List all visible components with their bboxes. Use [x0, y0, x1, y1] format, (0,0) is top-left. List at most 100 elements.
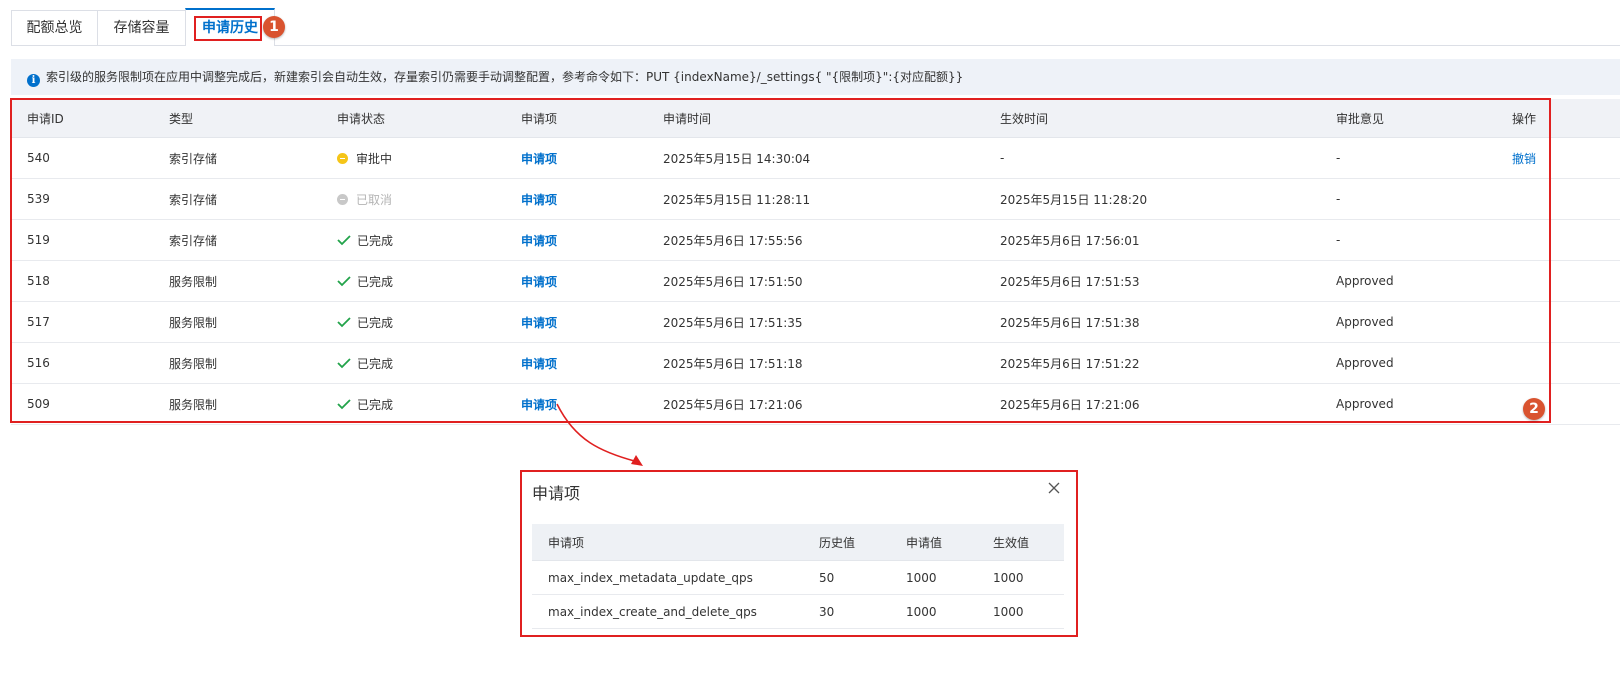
status-text: 已完成 — [357, 397, 394, 412]
info-icon: i — [27, 74, 40, 87]
application-item-dialog: 申请项 申请项 历史值 申请值 生效值 max_index_metadata_u… — [520, 470, 1078, 637]
application-item-link[interactable]: 申请项 — [521, 261, 557, 301]
check-icon — [337, 275, 357, 287]
cell-opinion: Approved — [1336, 315, 1394, 329]
tab-bar: 配额总览 存储容量 申请历史 — [11, 8, 1620, 46]
dialog-table-row: max_index_create_and_delete_qps 30 1000 100… — [532, 595, 1064, 629]
column-header: 申请项 — [548, 535, 585, 550]
cell-status: 已取消 — [337, 179, 392, 219]
status-text: 已取消 — [356, 192, 393, 207]
cell-effect-time: 2025年5月6日 17:51:22 — [1000, 356, 1140, 371]
dialog-table-header: 申请项 历史值 申请值 生效值 — [532, 524, 1064, 561]
dialog-table: 申请项 历史值 申请值 生效值 max_index_metadata_updat… — [532, 524, 1064, 629]
column-header: 类型 — [169, 111, 194, 126]
cell-id: 519 — [27, 233, 50, 247]
application-item-link[interactable]: 申请项 — [521, 220, 557, 260]
dialog-table-row: max_index_metadata_update_qps 50 1000 1000 — [532, 561, 1064, 595]
annotation-badge-2: 2 — [1523, 398, 1545, 420]
cell-effect-time: 2025年5月15日 11:28:20 — [1000, 192, 1148, 207]
cell-effect-value: 1000 — [993, 570, 1024, 585]
cell-opinion: Approved — [1336, 397, 1394, 411]
cell-apply-value: 1000 — [906, 604, 937, 619]
check-icon — [337, 234, 357, 246]
table-header: 申请ID 类型 申请状态 申请项 申请时间 生效时间 审批意见 操作 — [11, 99, 1620, 138]
table-row: 519 索引存储 已完成 申请项 2025年5月6日 17:55:56 2025年5月6日… — [11, 220, 1620, 261]
cell-type: 服务限制 — [169, 356, 218, 371]
status-text: 审批中 — [356, 151, 393, 166]
cell-status: 审批中 — [337, 138, 392, 178]
cell-effect-value: 1000 — [993, 604, 1024, 619]
status-text: 已完成 — [357, 274, 394, 289]
cell-status: 已完成 — [337, 384, 393, 424]
cell-apply-time: 2025年5月15日 14:30:04 — [663, 151, 811, 166]
notice-text: 索引级的服务限制项在应用中调整完成后，新建索引会自动生效，存量索引仍需要手动调整… — [46, 70, 964, 84]
cell-opinion: Approved — [1336, 356, 1394, 370]
column-header: 生效值 — [993, 535, 1030, 550]
column-header: 申请ID — [27, 111, 64, 126]
cell-item: max_index_metadata_update_qps — [548, 570, 753, 585]
table-body: 540 索引存储 审批中 申请项 2025年5月15日 14:30:04- - 撤销 539 索… — [11, 138, 1620, 425]
application-item-link[interactable]: 申请项 — [521, 302, 557, 342]
table-row: 539 索引存储 已取消 申请项 2025年5月15日 11:28:11 2025年5月1… — [11, 179, 1620, 220]
cell-apply-time: 2025年5月6日 17:51:35 — [663, 315, 803, 330]
cell-type: 索引存储 — [169, 192, 218, 207]
column-header: 审批意见 — [1336, 111, 1385, 126]
table-row: 540 索引存储 审批中 申请项 2025年5月15日 14:30:04 - - 撤销 — [11, 138, 1620, 179]
cell-status: 已完成 — [337, 261, 393, 301]
check-icon — [337, 398, 357, 410]
cell-opinion: - — [1336, 151, 1341, 165]
cell-apply-time: 2025年5月6日 17:51:50 — [663, 274, 803, 289]
annotation-badge-1: 1 — [263, 16, 285, 38]
cell-history-value: 30 — [819, 604, 835, 619]
cell-id: 517 — [27, 315, 50, 329]
cell-type: 索引存储 — [169, 233, 218, 248]
info-notice: i 索引级的服务限制项在应用中调整完成后，新建索引会自动生效，存量索引仍需要手动调… — [11, 59, 1620, 95]
cell-id: 518 — [27, 274, 50, 288]
application-item-link[interactable]: 申请项 — [521, 138, 557, 178]
cell-type: 服务限制 — [169, 274, 218, 289]
table-row: 516 服务限制 已完成 申请项 2025年5月6日 17:51:18 2025年5月6日… — [11, 343, 1620, 384]
dialog-title: 申请项 — [532, 484, 581, 503]
cell-type: 服务限制 — [169, 397, 218, 412]
cell-status: 已完成 — [337, 220, 393, 260]
status-text: 已完成 — [357, 233, 394, 248]
cell-id: 516 — [27, 356, 50, 370]
table-row: 517 服务限制 已完成 申请项 2025年5月6日 17:51:35 2025年5月6日… — [11, 302, 1620, 343]
application-item-link[interactable]: 申请项 — [521, 343, 557, 383]
cell-id: 509 — [27, 397, 50, 411]
cell-effect-time: 2025年5月6日 17:21:06 — [1000, 397, 1140, 412]
revoke-link[interactable]: 撤销 — [1512, 138, 1536, 178]
highlight-box — [194, 16, 262, 41]
cell-type: 索引存储 — [169, 151, 218, 166]
application-item-link[interactable]: 申请项 — [521, 179, 557, 219]
cell-apply-value: 1000 — [906, 570, 937, 585]
cell-apply-time: 2025年5月6日 17:51:18 — [663, 356, 803, 371]
cell-type: 服务限制 — [169, 315, 218, 330]
status-text: 已完成 — [357, 315, 394, 330]
tab-storage-capacity[interactable]: 存储容量 — [97, 10, 186, 45]
cell-effect-time: 2025年5月6日 17:51:53 — [1000, 274, 1140, 289]
close-icon[interactable] — [1046, 480, 1062, 496]
cell-apply-time: 2025年5月6日 17:21:06 — [663, 397, 803, 412]
application-item-link[interactable]: 申请项 — [521, 384, 557, 424]
dialog-table-body: max_index_metadata_update_qps 50 1000 1000 m… — [532, 561, 1064, 629]
cell-id: 539 — [27, 192, 50, 206]
cell-history-value: 50 — [819, 570, 835, 585]
pending-icon — [337, 152, 348, 164]
cell-item: max_index_create_and_delete_qps — [548, 604, 757, 619]
table-row: 509 服务限制 已完成 申请项 2025年5月6日 17:21:06 2025年5月6日… — [11, 384, 1620, 425]
cancelled-icon — [337, 193, 348, 205]
application-history-table: 申请ID 类型 申请状态 申请项 申请时间 生效时间 审批意见 操作 540 索引… — [11, 99, 1620, 425]
column-header: 生效时间 — [1000, 111, 1049, 126]
tab-quota-overview[interactable]: 配额总览 — [11, 10, 98, 45]
column-header: 申请时间 — [663, 111, 712, 126]
cell-status: 已完成 — [337, 302, 393, 342]
column-header: 申请状态 — [337, 111, 386, 126]
column-header: 操作 — [1512, 111, 1537, 126]
column-header: 申请项 — [521, 111, 558, 126]
column-header: 申请值 — [906, 535, 943, 550]
status-text: 已完成 — [357, 356, 394, 371]
cell-opinion: - — [1336, 192, 1341, 206]
tab-application-history[interactable]: 申请历史 — [185, 8, 275, 46]
cell-effect-time: 2025年5月6日 17:56:01 — [1000, 233, 1140, 248]
